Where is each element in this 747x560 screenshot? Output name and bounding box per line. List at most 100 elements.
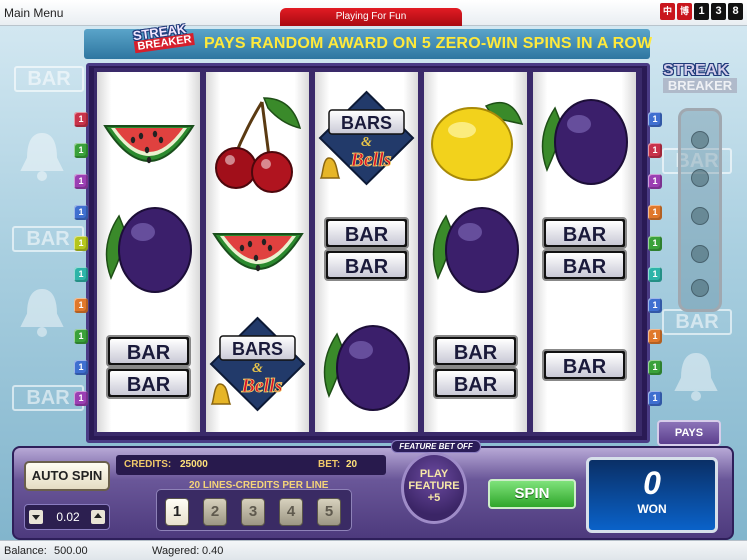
line-bet-button-4[interactable]: 4 [279, 498, 303, 526]
payline-marker-left[interactable]: 1 [74, 298, 88, 313]
payline-marker-left[interactable]: 1 [74, 236, 88, 251]
auto-spin-button[interactable]: AUTO SPIN [24, 461, 110, 491]
double-bar-symbol: BAR BAR [324, 217, 409, 281]
svg-text:BARS: BARS [341, 113, 392, 133]
payline-marker-left[interactable]: 1 [74, 391, 88, 406]
main-menu-button[interactable]: Main Menu [4, 6, 63, 20]
svg-text:BAR: BAR [454, 374, 498, 396]
wagered-value: 0.40 [202, 545, 224, 557]
plum-symbol [105, 207, 192, 293]
streak-slot [691, 169, 709, 187]
payline-marker-right[interactable]: 1 [648, 236, 662, 251]
svg-text:BAR: BAR [127, 342, 171, 364]
svg-text:BAR: BAR [454, 342, 498, 364]
play-feature-line: FEATURE [408, 480, 460, 492]
payline-marker-right[interactable]: 1 [648, 298, 662, 313]
streak-breaker-logo: STREAK BREAKER [132, 20, 198, 62]
svg-text:BAR: BAR [563, 256, 607, 278]
line-bet-button-2[interactable]: 2 [203, 498, 227, 526]
payline-marker-right[interactable]: 1 [648, 329, 662, 344]
payline-marker-left[interactable]: 1 [74, 112, 88, 127]
status-bar: Balance: 500.00 Wagered: 0.40 [0, 540, 747, 560]
svg-text:BAR: BAR [563, 224, 607, 246]
age-digit-8: 8 [728, 3, 743, 20]
payline-marker-right[interactable]: 1 [648, 267, 662, 282]
double-bar-symbol: BAR BAR [433, 335, 518, 399]
pays-button[interactable]: PAYS [657, 420, 721, 446]
wagered-label: Wagered: [152, 545, 200, 557]
balance-value: 500.00 [54, 545, 88, 557]
coin-value-stepper: 0.02 [24, 504, 110, 530]
coin-decrease-button[interactable] [29, 510, 43, 524]
svg-text:BAR: BAR [345, 256, 389, 278]
plum-symbol [432, 207, 519, 293]
svg-text:BAR: BAR [127, 374, 171, 396]
credits-bar: CREDITS: 25000 BET: 20 [116, 455, 386, 475]
cherries-symbol [215, 97, 302, 193]
reel-3: BARS & Bells BAR BAR [315, 72, 418, 432]
payline-marker-right[interactable]: 1 [648, 391, 662, 406]
credits-label: CREDITS: [124, 459, 172, 470]
top-bar: Main Menu Playing For Fun 中 博 1 3 8 [0, 0, 747, 26]
play-feature-line: +5 [427, 492, 441, 504]
bg-bell-icon [674, 352, 718, 401]
bg-bell-icon [20, 288, 64, 337]
won-display: 0 WON [586, 457, 718, 533]
plum-symbol [541, 99, 628, 185]
age-digit-3: 3 [711, 3, 726, 20]
svg-text:BAR: BAR [345, 224, 389, 246]
reel-1: BAR BAR [97, 72, 200, 432]
payline-marker-left[interactable]: 1 [74, 360, 88, 375]
bg-bell-icon [20, 132, 64, 181]
reel-4: BAR BAR [424, 72, 527, 432]
coin-increase-button[interactable] [91, 510, 105, 524]
payline-marker-right[interactable]: 1 [648, 143, 662, 158]
coin-value: 0.02 [56, 510, 80, 524]
payline-marker-right[interactable]: 1 [648, 112, 662, 127]
balance-label: Balance: [4, 545, 47, 557]
bg-bar-decoration: BAR [14, 66, 84, 92]
age-digit-1: 1 [694, 3, 709, 20]
payline-marker-right[interactable]: 1 [648, 205, 662, 220]
double-bar-symbol: BAR BAR [106, 335, 191, 399]
reel-5: BAR BAR BAR [533, 72, 636, 432]
svg-text:&: & [252, 361, 263, 376]
svg-text:Bells: Bells [349, 149, 391, 171]
payline-marker-left[interactable]: 1 [74, 267, 88, 282]
svg-text:&: & [361, 135, 372, 150]
spin-button[interactable]: SPIN [488, 479, 576, 509]
top-icons: 中 博 1 3 8 [660, 3, 743, 20]
svg-text:BAR: BAR [563, 356, 607, 378]
play-feature-button[interactable]: PLAY FEATURE +5 [401, 452, 467, 524]
casino-icon[interactable]: 博 [677, 3, 692, 20]
double-bar-symbol: BAR BAR [542, 217, 627, 281]
streak-slot [691, 245, 709, 263]
payline-marker-left[interactable]: 1 [74, 143, 88, 158]
payline-marker-left[interactable]: 1 [74, 174, 88, 189]
payline-marker-left[interactable]: 1 [74, 329, 88, 344]
reel-2: BARS & Bells [206, 72, 309, 432]
payline-marker-left[interactable]: 1 [74, 205, 88, 220]
watermelon-symbol [212, 233, 304, 272]
won-value: 0 [643, 465, 661, 501]
language-icon[interactable]: 中 [660, 3, 675, 20]
line-bet-button-5[interactable]: 5 [317, 498, 341, 526]
bars-and-bells-symbol: BARS &Bells [209, 316, 306, 412]
line-bet-button-1[interactable]: 1 [165, 498, 189, 526]
bet-label: BET: [318, 459, 341, 470]
streak-slot [691, 207, 709, 225]
promo-banner: STREAK BREAKER PAYS RANDOM AWARD ON 5 ZE… [84, 21, 653, 59]
bars-and-bells-symbol: BARS &Bells [318, 90, 415, 186]
line-bet-button-3[interactable]: 3 [241, 498, 265, 526]
plum-symbol [323, 325, 410, 411]
single-bar-symbol: BAR [542, 349, 627, 381]
lemon-symbol [431, 101, 524, 181]
bg-bar-decoration: BAR [662, 309, 732, 335]
promo-text: PAYS RANDOM AWARD ON 5 ZERO-WIN SPINS IN… [204, 35, 653, 52]
streak-progress-track [678, 108, 722, 312]
payline-marker-right[interactable]: 1 [648, 360, 662, 375]
credits-value: 25000 [180, 459, 208, 470]
payline-marker-right[interactable]: 1 [648, 174, 662, 189]
playing-for-fun-tab: Playing For Fun [280, 8, 462, 26]
feature-bet-status: FEATURE BET OFF [391, 440, 481, 453]
